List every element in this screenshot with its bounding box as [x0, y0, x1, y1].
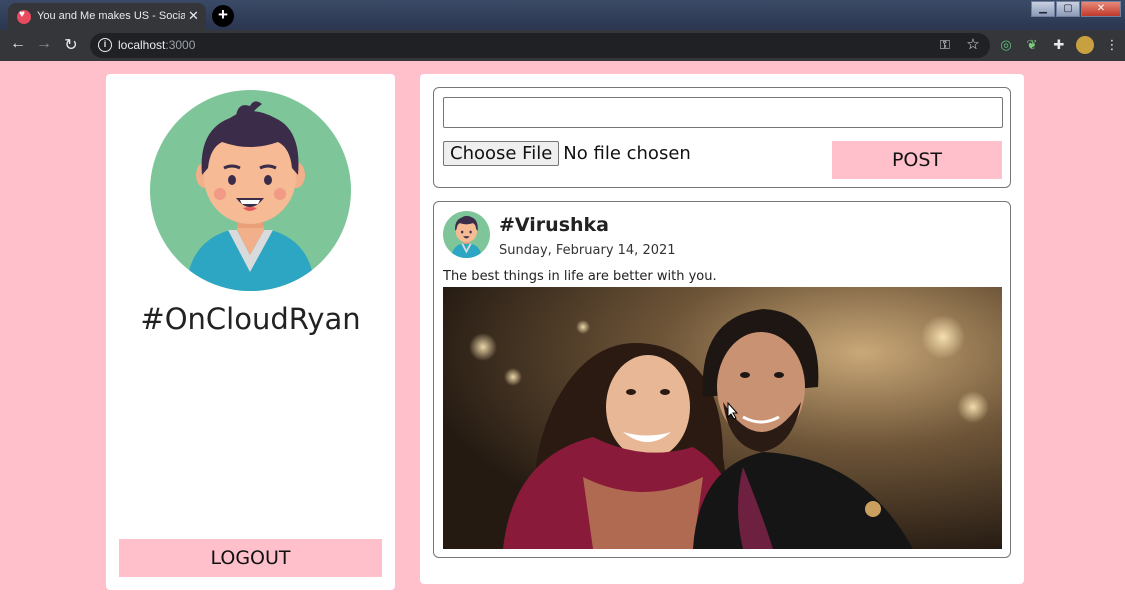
post-title: #Virushka	[499, 214, 609, 236]
logout-button[interactable]: LOGOUT	[119, 539, 382, 577]
profile-username: #OnCloudRyan	[140, 302, 361, 336]
window-controls: ▁ ▢ ✕	[1031, 1, 1121, 19]
star-icon[interactable]: ☆	[964, 35, 982, 53]
mouse-cursor-icon	[727, 402, 739, 420]
forward-arrow-icon[interactable]: →	[34, 35, 54, 53]
boy-avatar-icon	[443, 211, 490, 258]
couple-photo	[443, 287, 1002, 549]
tab-close-icon[interactable]: ✕	[188, 8, 199, 24]
minimize-icon[interactable]: ▁	[1031, 1, 1055, 17]
post-date: Sunday, February 14, 2021	[499, 243, 676, 258]
extension-leaf-icon[interactable]: ❦	[1023, 37, 1041, 53]
heart-icon	[17, 9, 31, 24]
choose-file-button[interactable]: Choose File	[443, 141, 560, 166]
post-composer: Choose File No file chosen POST	[433, 87, 1011, 188]
profile-avatar-icon[interactable]	[1076, 36, 1094, 54]
site-info-icon[interactable]: i	[98, 38, 112, 52]
browser-menu-icon[interactable]: ⋮	[1103, 37, 1121, 53]
feed-card: Choose File No file chosen POST #Virushk…	[420, 74, 1024, 584]
browser-tab[interactable]: You and Me makes US - Social N ✕	[8, 3, 206, 30]
post-text-input[interactable]	[443, 97, 1003, 128]
boy-avatar-icon	[150, 90, 351, 291]
extension-ring-icon[interactable]: ◎	[997, 37, 1015, 53]
file-status-text: No file chosen	[563, 143, 691, 164]
address-bar[interactable]: i localhost:3000	[90, 33, 990, 58]
browser-title-bar: You and Me makes US - Social N ✕ + ▁ ▢ ✕	[0, 0, 1125, 30]
maximize-icon[interactable]: ▢	[1056, 1, 1080, 17]
key-icon[interactable]: ⚿	[936, 37, 954, 53]
extensions-puzzle-icon[interactable]: ✚	[1050, 37, 1068, 53]
window-close-icon[interactable]: ✕	[1081, 1, 1121, 17]
post-item: #Virushka Sunday, February 14, 2021 The …	[433, 201, 1011, 558]
post-button[interactable]: POST	[832, 141, 1002, 179]
back-arrow-icon[interactable]: ←	[8, 35, 28, 53]
url-text[interactable]: localhost:3000	[118, 38, 195, 52]
file-picker: Choose File No file chosen	[443, 141, 691, 166]
new-tab-icon[interactable]: +	[212, 5, 234, 27]
tab-title: You and Me makes US - Social N	[37, 10, 185, 22]
profile-card: #OnCloudRyan LOGOUT	[106, 74, 395, 590]
reload-icon[interactable]: ↻	[61, 35, 81, 55]
browser-toolbar: ← → ↻ i localhost:3000	[0, 30, 1125, 61]
post-caption: The best things in life are better with …	[443, 269, 717, 284]
